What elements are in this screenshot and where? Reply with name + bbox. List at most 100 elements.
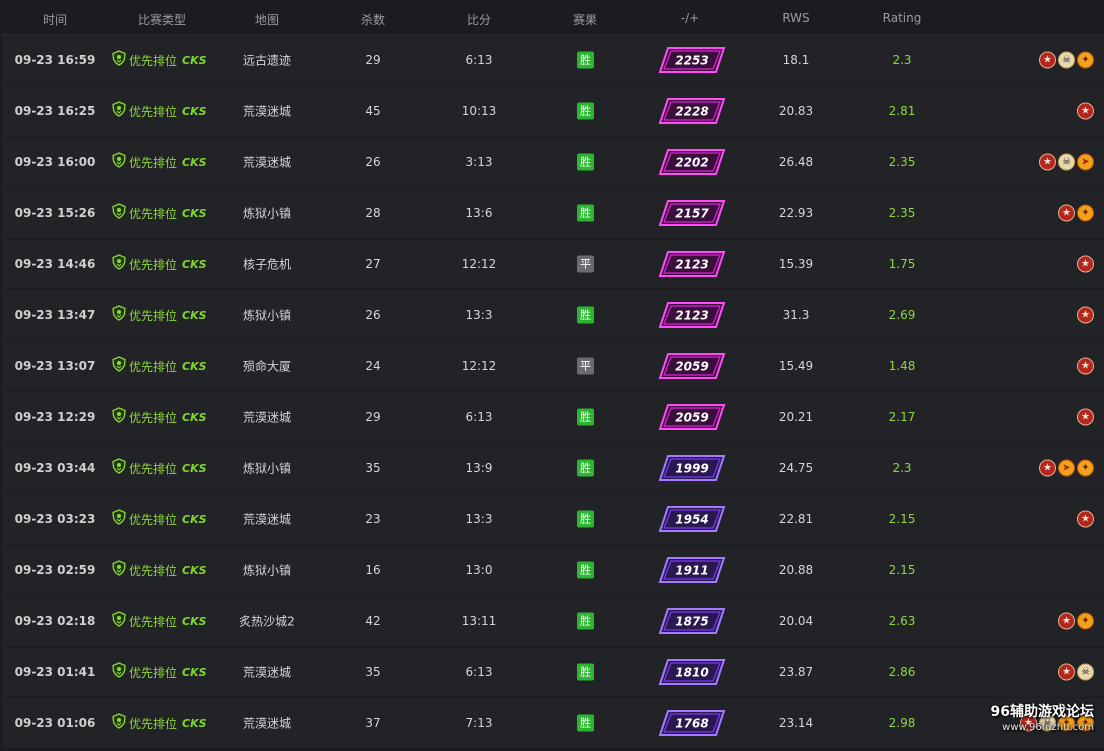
match-type: 优先排位 CKS <box>112 407 207 427</box>
star-icon[interactable]: ★ <box>1077 102 1094 120</box>
match-type: 优先排位 CKS <box>112 254 207 274</box>
achievement-badges: ★ ☠ ➤ <box>1039 153 1094 171</box>
skull-icon[interactable]: ☠ <box>1058 153 1075 171</box>
fire-icon[interactable]: ✦ <box>1077 204 1094 222</box>
score-value: 13:9 <box>465 461 493 475</box>
star-icon[interactable]: ★ <box>1077 357 1094 375</box>
cks-logo: CKS <box>182 155 207 169</box>
match-type: 优先排位 CKS <box>112 203 207 223</box>
rws-value: 31.3 <box>782 308 810 322</box>
achievement-badges: ★ <box>1077 306 1094 324</box>
match-type: 优先排位 CKS <box>112 611 207 631</box>
table-row[interactable]: 09-23 01:41 优先排位 CKS 荒漠迷城 35 6:13 胜 1810 23.87 2.… <box>2 647 1104 697</box>
star-icon[interactable]: ★ <box>1039 459 1056 477</box>
shield-icon <box>112 560 126 580</box>
score-value: 6:13 <box>465 53 493 67</box>
table-row[interactable]: 09-23 16:00 优先排位 CKS 荒漠迷城 26 3:13 胜 2202 26.48 2.… <box>2 137 1104 187</box>
header-map: 地图 <box>254 13 280 27</box>
kills-value: 16 <box>365 563 381 577</box>
star-icon[interactable]: ★ <box>1058 612 1075 630</box>
table-row[interactable]: 09-23 02:18 优先排位 CKS 炙热沙城2 42 13:11 胜 1875 20.04… <box>2 596 1104 646</box>
star-icon[interactable]: ★ <box>1077 510 1094 528</box>
rating-value: 1.48 <box>888 359 916 373</box>
match-type: 优先排位 CKS <box>112 101 207 121</box>
elo-badge: 2123 <box>658 301 726 329</box>
star-icon[interactable]: ★ <box>1077 255 1094 273</box>
rws-value: 18.1 <box>782 53 810 67</box>
match-type-label: 优先排位 <box>129 614 178 629</box>
kills-value: 27 <box>365 257 381 271</box>
score-value: 12:12 <box>461 257 497 271</box>
result-badge: 胜 <box>577 51 594 69</box>
result-badge: 胜 <box>577 306 594 324</box>
star-icon[interactable]: ★ <box>1077 306 1094 324</box>
star-icon[interactable]: ★ <box>1039 51 1056 69</box>
rocket-icon[interactable]: ➤ <box>1058 459 1075 477</box>
score-value: 12:12 <box>461 359 497 373</box>
achievement-badges: ★ ➤ ✦ <box>1039 459 1094 477</box>
result-badge: 胜 <box>577 153 594 171</box>
kills-value: 45 <box>365 104 381 118</box>
score-value: 13:0 <box>465 563 493 577</box>
cks-logo: CKS <box>182 461 207 475</box>
star-icon[interactable]: ★ <box>1058 663 1075 681</box>
table-row[interactable]: 09-23 03:44 优先排位 CKS 炼狱小镇 35 13:9 胜 1999 24.75 2.… <box>2 443 1104 493</box>
star-icon[interactable]: ★ <box>1077 408 1094 426</box>
rws-value: 15.49 <box>778 359 814 373</box>
match-history-page: 时间 比赛类型 地图 杀数 比分 赛果 -/+ RWS Rating 09-23… <box>0 0 1104 751</box>
match-time: 09-23 01:06 <box>14 716 96 730</box>
match-time: 09-23 03:23 <box>14 512 96 526</box>
map-name: 荒漠迷城 <box>242 512 292 527</box>
fire-icon[interactable]: ✦ <box>1077 459 1094 477</box>
score-value: 7:13 <box>465 716 493 730</box>
map-name: 荒漠迷城 <box>242 104 292 119</box>
table-row[interactable]: 09-23 14:46 优先排位 CKS 核子危机 27 12:12 平 2123 15.39 1… <box>2 239 1104 289</box>
match-type: 优先排位 CKS <box>112 152 207 172</box>
cks-logo: CKS <box>182 104 207 118</box>
match-type-label: 优先排位 <box>129 410 178 425</box>
score-value: 13:11 <box>461 614 497 628</box>
skull-icon[interactable]: ☠ <box>1058 51 1075 69</box>
result-badge: 平 <box>577 255 594 273</box>
result-badge: 胜 <box>577 714 594 732</box>
table-row[interactable]: 09-23 15:26 优先排位 CKS 炼狱小镇 28 13:6 胜 2157 22.93 2.… <box>2 188 1104 238</box>
cks-logo: CKS <box>182 716 207 730</box>
header-type: 比赛类型 <box>137 13 187 27</box>
header-result: 赛果 <box>572 13 598 27</box>
elo-value: 1810 <box>675 666 708 680</box>
rws-value: 20.88 <box>778 563 814 577</box>
rating-value: 2.3 <box>892 461 912 475</box>
table-row[interactable]: 09-23 16:59 优先排位 CKS 远古遗迹 29 6:13 胜 2253 18.1 2.3… <box>2 34 1104 85</box>
table-header: 时间 比赛类型 地图 杀数 比分 赛果 -/+ RWS Rating <box>0 0 1104 34</box>
shield-icon <box>112 305 126 325</box>
kills-value: 26 <box>365 308 381 322</box>
elo-badge: 2228 <box>658 97 726 125</box>
star-icon[interactable]: ★ <box>1039 153 1056 171</box>
rating-value: 2.81 <box>888 104 916 118</box>
rating-value: 2.15 <box>888 512 916 526</box>
table-row[interactable]: 09-23 03:23 优先排位 CKS 荒漠迷城 23 13:3 胜 1954 22.81 2.… <box>2 494 1104 544</box>
skull-icon[interactable]: ☠ <box>1077 663 1094 681</box>
table-row[interactable]: 09-23 02:59 优先排位 CKS 炼狱小镇 16 13:0 胜 1911 20.88 2.… <box>2 545 1104 595</box>
fire-icon[interactable]: ✦ <box>1077 612 1094 630</box>
map-name: 殒命大厦 <box>242 359 292 374</box>
rating-value: 2.3 <box>892 53 912 67</box>
elo-value: 2123 <box>675 309 708 323</box>
table-row[interactable]: 09-23 16:25 优先排位 CKS 荒漠迷城 45 10:13 胜 2228 20.83 2… <box>2 86 1104 136</box>
achievement-badges: ★ ✦ <box>1058 204 1094 222</box>
table-row[interactable]: 09-23 12:29 优先排位 CKS 荒漠迷城 29 6:13 胜 2059 20.21 2.… <box>2 392 1104 442</box>
shield-icon <box>112 611 126 631</box>
rws-value: 20.21 <box>778 410 814 424</box>
header-score: 比分 <box>466 13 492 27</box>
table-row[interactable]: 09-23 01:06 优先排位 CKS 荒漠迷城 37 7:13 胜 1768 23.14 2.… <box>2 698 1104 748</box>
table-row[interactable]: 09-23 13:07 优先排位 CKS 殒命大厦 24 12:12 平 2059 15.49 1… <box>2 341 1104 391</box>
rating-value: 2.63 <box>888 614 916 628</box>
rws-value: 24.75 <box>778 461 814 475</box>
star-icon[interactable]: ★ <box>1058 204 1075 222</box>
fire-icon[interactable]: ✦ <box>1077 51 1094 69</box>
table-row[interactable]: 09-23 13:47 优先排位 CKS 炼狱小镇 26 13:3 胜 2123 31.3 2.6… <box>2 290 1104 340</box>
rocket-icon[interactable]: ➤ <box>1077 153 1094 171</box>
match-type-label: 优先排位 <box>129 563 178 578</box>
shield-icon <box>112 509 126 529</box>
score-value: 13:6 <box>465 206 493 220</box>
